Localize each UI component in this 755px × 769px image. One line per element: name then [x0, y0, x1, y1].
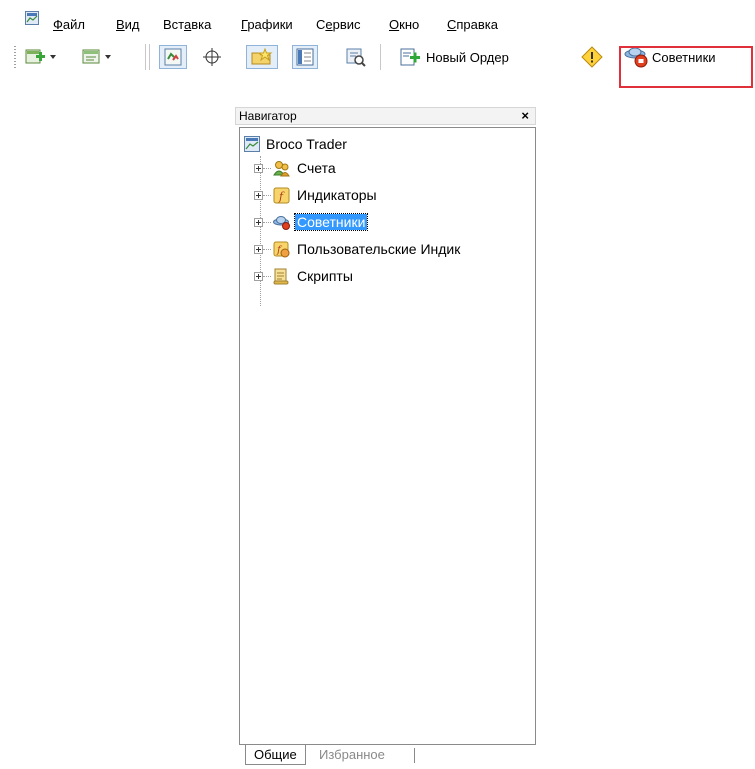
- profiles-icon: [82, 49, 100, 64]
- tree-item-label: Советники: [293, 213, 369, 231]
- data-window-icon: [296, 48, 314, 66]
- market-watch-button[interactable]: [159, 45, 187, 69]
- tree-item-custom-indicators[interactable]: f Пользовательские Индик: [254, 239, 462, 259]
- tree-connector: [263, 248, 271, 250]
- chevron-down-icon: [50, 55, 56, 59]
- tree-item-scripts[interactable]: Скрипты: [254, 266, 355, 286]
- tree-root-label: Broco Trader: [266, 136, 347, 152]
- tree-item-label: Пользовательские Индик: [297, 241, 461, 257]
- navigator-icon: [251, 47, 273, 65]
- navigator-tabs: Общие Избранное: [239, 745, 536, 767]
- highlight-annotation: [619, 46, 753, 88]
- chevron-down-icon: [105, 55, 111, 59]
- custom-indicators-icon: f: [273, 241, 290, 257]
- tab-common[interactable]: Общие: [245, 745, 306, 765]
- tree-item-label: Скрипты: [297, 268, 353, 284]
- indicators-icon: f: [273, 187, 290, 203]
- tree-item-indicators[interactable]: f Индикаторы: [254, 185, 379, 205]
- crosshair-button[interactable]: [202, 45, 222, 69]
- navigator-panel: Навигатор × Broco Trader Счета f Индикат…: [233, 107, 538, 769]
- tree-connector: [263, 194, 271, 196]
- terminal-icon: [244, 136, 260, 152]
- tree-item-accounts[interactable]: Счета: [254, 158, 338, 178]
- accounts-icon: [273, 160, 290, 176]
- menu-file[interactable]: Файл: [53, 18, 85, 32]
- menu-tools[interactable]: Сервис: [316, 18, 361, 32]
- expand-icon[interactable]: [254, 190, 263, 200]
- close-icon[interactable]: ×: [521, 108, 529, 123]
- new-order-button[interactable]: Новый Ордер: [400, 45, 509, 69]
- autotrading-alert-button[interactable]: [581, 45, 603, 69]
- warning-icon: [581, 46, 603, 68]
- tree-connector: [263, 275, 271, 277]
- new-chart-button[interactable]: [25, 45, 56, 69]
- tree-root[interactable]: Broco Trader: [244, 136, 347, 152]
- tree-item-experts[interactable]: Советники: [254, 212, 369, 232]
- tree-connector: [263, 167, 271, 169]
- toolbar-separator: [380, 44, 381, 70]
- tree-connector: [263, 221, 271, 223]
- tab-favorites[interactable]: Избранное: [311, 745, 393, 765]
- menu-help[interactable]: Справка: [447, 18, 498, 32]
- new-order-icon: [400, 48, 420, 66]
- menu-view[interactable]: Вид: [116, 18, 140, 32]
- menu-bar: Файл Вид Вставка Графики Сервис Окно Спр…: [0, 0, 755, 34]
- tab-separator: [414, 748, 415, 763]
- scripts-icon: [273, 268, 289, 284]
- menu-charts[interactable]: Графики: [241, 18, 293, 32]
- experts-icon: [273, 215, 290, 230]
- toolbar-separator: [149, 44, 150, 70]
- expand-icon[interactable]: [254, 217, 263, 227]
- tree-item-label: Счета: [297, 160, 336, 176]
- data-window-button[interactable]: [292, 45, 318, 69]
- expand-icon[interactable]: [254, 244, 263, 254]
- crosshair-icon: [203, 48, 221, 66]
- market-watch-icon: [164, 48, 182, 66]
- navigator-tree: Broco Trader Счета f Индикаторы Советник…: [239, 127, 536, 745]
- expand-icon[interactable]: [254, 163, 263, 173]
- toolbar-separator: [145, 44, 146, 70]
- navigator-title: Навигатор: [239, 109, 297, 123]
- menu-window[interactable]: Окно: [389, 18, 419, 32]
- new-chart-icon: [25, 49, 45, 64]
- navigator-header[interactable]: Навигатор ×: [235, 107, 536, 125]
- app-icon[interactable]: [25, 11, 39, 25]
- new-order-label: Новый Ордер: [426, 49, 509, 65]
- tree-item-label: Индикаторы: [297, 187, 377, 203]
- strategy-tester-icon: [346, 48, 366, 67]
- expand-icon[interactable]: [254, 271, 263, 281]
- menu-insert[interactable]: Вставка: [163, 18, 211, 32]
- profiles-button[interactable]: [82, 45, 111, 69]
- strategy-tester-button[interactable]: [345, 45, 367, 69]
- navigator-button[interactable]: [246, 45, 278, 69]
- toolbar-grip[interactable]: [14, 46, 16, 68]
